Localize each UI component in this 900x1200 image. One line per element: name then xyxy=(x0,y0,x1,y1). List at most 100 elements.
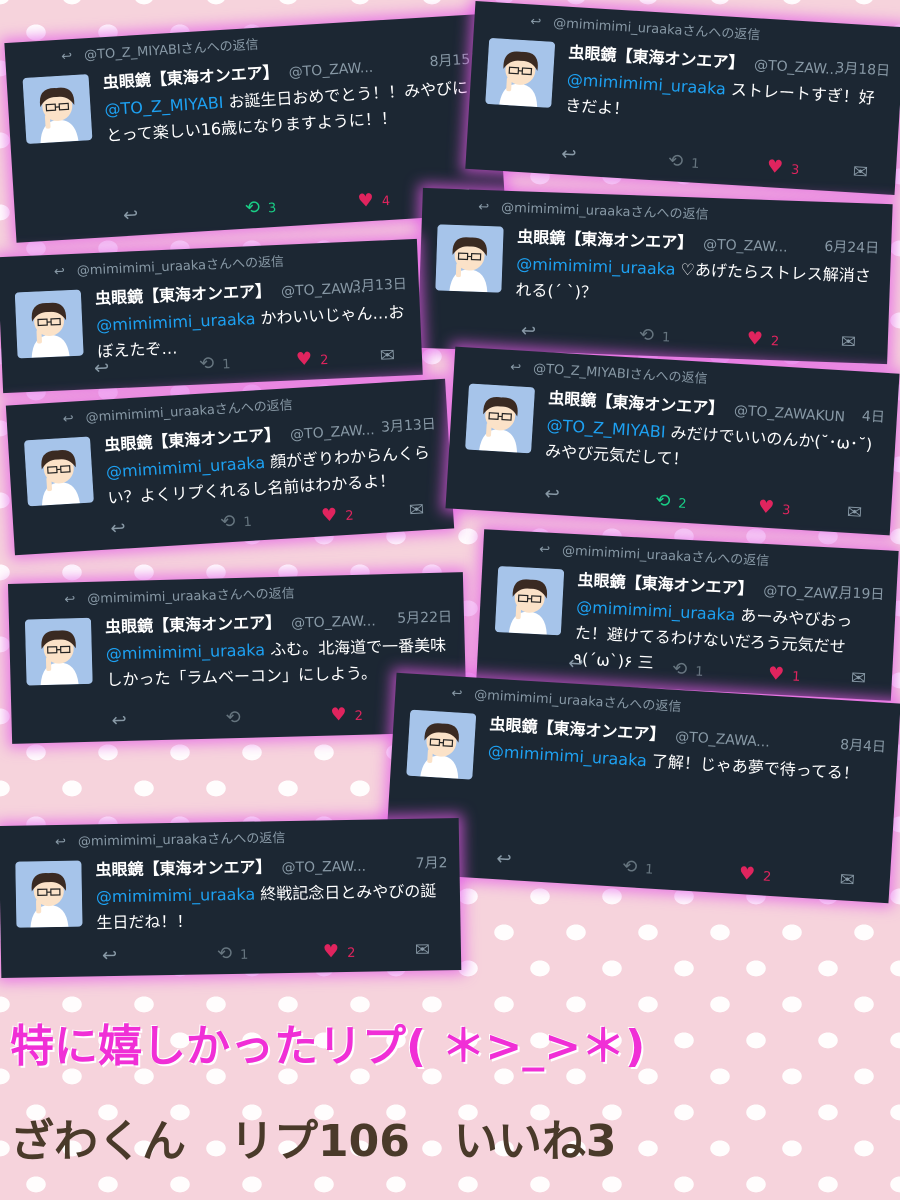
tweet-card[interactable]: ↩ @mimimimi_uraakaさんへの返信 3月18日 虫眼鏡【東海オンエア】 @… xyxy=(465,1,900,195)
retweet-icon: ⟲ xyxy=(225,706,241,729)
author-handle[interactable]: @TO_ZAW... xyxy=(288,60,373,81)
mention-link[interactable]: @mimimimi_uraaka xyxy=(106,640,266,663)
like-button[interactable]: ♥ 2 xyxy=(738,863,772,886)
reply-button[interactable]: ↩ xyxy=(122,204,138,226)
retweet-icon: ⟲ xyxy=(667,150,684,172)
avatar[interactable] xyxy=(435,224,504,293)
author-name[interactable]: 虫眼鏡【東海オンエア】 xyxy=(95,857,271,879)
message-button[interactable]: ✉ xyxy=(415,940,430,961)
stats-text: ざわくん リプ106 いいね3 xyxy=(10,1116,617,1167)
avatar[interactable] xyxy=(23,436,94,507)
like-count: 2 xyxy=(354,708,364,724)
retweet-button[interactable]: ⟲ 1 xyxy=(217,943,249,964)
like-button[interactable]: ♥ 2 xyxy=(322,941,356,963)
retweet-button[interactable]: ⟲ 1 xyxy=(668,150,701,173)
retweet-button[interactable]: ⟲ 1 xyxy=(220,510,253,533)
tweet-card[interactable]: ↩ @mimimimi_uraakaさんへの返信 7月2 虫眼鏡【東海オンエア】 @TO… xyxy=(0,817,462,979)
mention-link[interactable]: @TO_Z_MIYABI xyxy=(104,93,224,119)
avatar[interactable] xyxy=(465,383,536,454)
like-button[interactable]: ♥ 3 xyxy=(757,496,791,519)
retweet-button[interactable]: ⟲ xyxy=(225,706,249,729)
tweet-body: 虫眼鏡【東海オンエア】 @TO_ZAW... @TO_Z_MIYABI お誕生日おめ… xyxy=(102,46,486,149)
reply-button[interactable]: ↩ xyxy=(496,848,512,870)
reply-header: ↩ @mimimimi_uraakaさんへの返信 xyxy=(55,824,449,850)
author-handle[interactable]: @TO_ZAW... xyxy=(291,613,376,631)
avatar[interactable] xyxy=(485,37,556,108)
tweet-card[interactable]: ↩ @mimimimi_uraakaさんへの返信 3月13日 虫眼鏡【東海オンエア】 @… xyxy=(5,378,455,556)
message-button[interactable]: ✉ xyxy=(850,668,866,690)
reply-icon: ↩ xyxy=(101,944,118,967)
message-button[interactable]: ✉ xyxy=(846,502,862,524)
author-handle[interactable]: @TO_ZAW... xyxy=(703,237,788,256)
like-button[interactable]: ♥ 2 xyxy=(330,704,364,725)
retweet-icon: ⟲ xyxy=(219,510,237,533)
retweet-button[interactable]: ⟲ 2 xyxy=(655,490,688,513)
like-button[interactable]: ♥ 2 xyxy=(321,504,355,527)
reply-button[interactable]: ↩ xyxy=(111,710,127,731)
like-button[interactable]: ♥ 3 xyxy=(766,156,800,179)
heart-icon: ♥ xyxy=(767,663,785,686)
author-name[interactable]: 虫眼鏡【東海オンエア】 xyxy=(517,227,694,252)
like-button[interactable]: ♥ 2 xyxy=(296,348,329,371)
message-button[interactable]: ✉ xyxy=(839,869,855,891)
reply-button[interactable]: ↩ xyxy=(102,945,117,966)
avatar[interactable] xyxy=(22,74,93,144)
reply-button[interactable]: ↩ xyxy=(521,320,537,342)
tweet-card[interactable]: ↩ @mimimimi_uraakaさんへの返信 7月19日 虫眼鏡【東海オンエア】 @… xyxy=(476,529,899,701)
envelope-icon: ✉ xyxy=(408,499,425,522)
mention-link[interactable]: @mimimimi_uraaka xyxy=(566,70,726,99)
reply-button[interactable]: ↩ xyxy=(561,144,577,166)
author-name[interactable]: 虫眼鏡【東海オンエア】 xyxy=(577,570,754,598)
tweet-card[interactable]: ↩ @mimimimi_uraakaさんへの返信 8月4日 虫眼鏡【東海オンエア】 @T… xyxy=(384,672,900,904)
message-button[interactable]: ✉ xyxy=(840,332,856,354)
retweet-button[interactable]: ⟲ 3 xyxy=(244,196,277,219)
reply-icon: ↩ xyxy=(109,517,127,540)
retweet-button[interactable]: ⟲ 1 xyxy=(199,352,231,375)
mention-link[interactable]: @TO_Z_MIYABI xyxy=(546,415,666,441)
mention-link[interactable]: @mimimimi_uraaka xyxy=(96,885,256,907)
tweet-body: 虫眼鏡【東海オンエア】 @TO_ZAW... @mimimimi_uraaka 終戦… xyxy=(95,850,446,936)
author-handle[interactable]: @TO_ZAW... xyxy=(281,280,366,300)
tweet-card[interactable]: ↩ @mimimimi_uraakaさんへの返信 3月13日 虫眼鏡【東海オンエア】 @… xyxy=(0,238,423,394)
reply-button[interactable]: ↩ xyxy=(110,518,126,540)
mention-link[interactable]: @mimimimi_uraaka xyxy=(96,309,256,335)
avatar[interactable] xyxy=(406,709,477,780)
mention-link[interactable]: @mimimimi_uraaka xyxy=(516,254,676,279)
avatar[interactable] xyxy=(14,289,84,359)
author-handle[interactable]: @TO_ZAW... xyxy=(281,859,366,876)
author-handle[interactable]: @TO_ZAW... xyxy=(290,422,375,443)
reply-button[interactable]: ↩ xyxy=(544,483,560,505)
like-button[interactable]: ♥ 1 xyxy=(767,663,800,686)
retweet-button[interactable]: ⟲ 1 xyxy=(639,324,671,346)
message-button[interactable]: ✉ xyxy=(852,161,868,183)
author-handle[interactable]: @TO_ZAW... xyxy=(763,583,848,603)
retweet-button[interactable]: ⟲ 1 xyxy=(622,856,655,879)
mention-link[interactable]: @mimimimi_uraaka xyxy=(487,742,647,771)
author-name[interactable]: 虫眼鏡【東海オンエア】 xyxy=(105,613,281,637)
heart-icon: ♥ xyxy=(322,941,340,963)
like-button[interactable]: ♥ 4 xyxy=(357,189,391,212)
tweet-card[interactable]: ↩ @mimimimi_uraakaさんへの返信 6月24日 虫眼鏡【東海オンエア】 @… xyxy=(417,187,893,365)
avatar-illustration xyxy=(465,383,536,454)
message-button[interactable]: ✉ xyxy=(408,499,424,521)
message-button[interactable]: ✉ xyxy=(379,345,395,367)
like-count: 2 xyxy=(319,352,329,369)
mention-link[interactable]: @mimimimi_uraaka xyxy=(576,597,736,624)
retweet-button[interactable]: ⟲ 1 xyxy=(672,658,704,681)
author-name[interactable]: 虫眼鏡【東海オンエア】 xyxy=(95,281,272,308)
reply-button[interactable]: ↩ xyxy=(94,357,110,379)
like-button[interactable]: ♥ 2 xyxy=(746,328,779,350)
reply-icon: ↩ xyxy=(111,709,127,732)
tweet-card[interactable]: ↩ @TO_Z_MIYABIさんへの返信 4日 虫眼鏡【東海オンエア】 @TO_ZAWA… xyxy=(445,346,900,536)
mention-link[interactable]: @mimimimi_uraaka xyxy=(105,453,265,482)
reply-to-label: @TO_Z_MIYABIさんへの返信 xyxy=(532,361,708,388)
avatar[interactable] xyxy=(494,566,565,636)
reply-icon: ↩ xyxy=(122,204,139,227)
author-handle[interactable]: @TO_ZAWAKUN xyxy=(733,403,845,426)
reply-button[interactable]: ↩ xyxy=(568,653,584,675)
avatar[interactable] xyxy=(24,617,93,686)
avatar[interactable] xyxy=(15,860,83,928)
author-handle[interactable]: @TO_ZAWA... xyxy=(675,729,771,751)
heart-icon: ♥ xyxy=(766,156,784,179)
author-handle[interactable]: @TO_ZAW... xyxy=(754,57,839,78)
